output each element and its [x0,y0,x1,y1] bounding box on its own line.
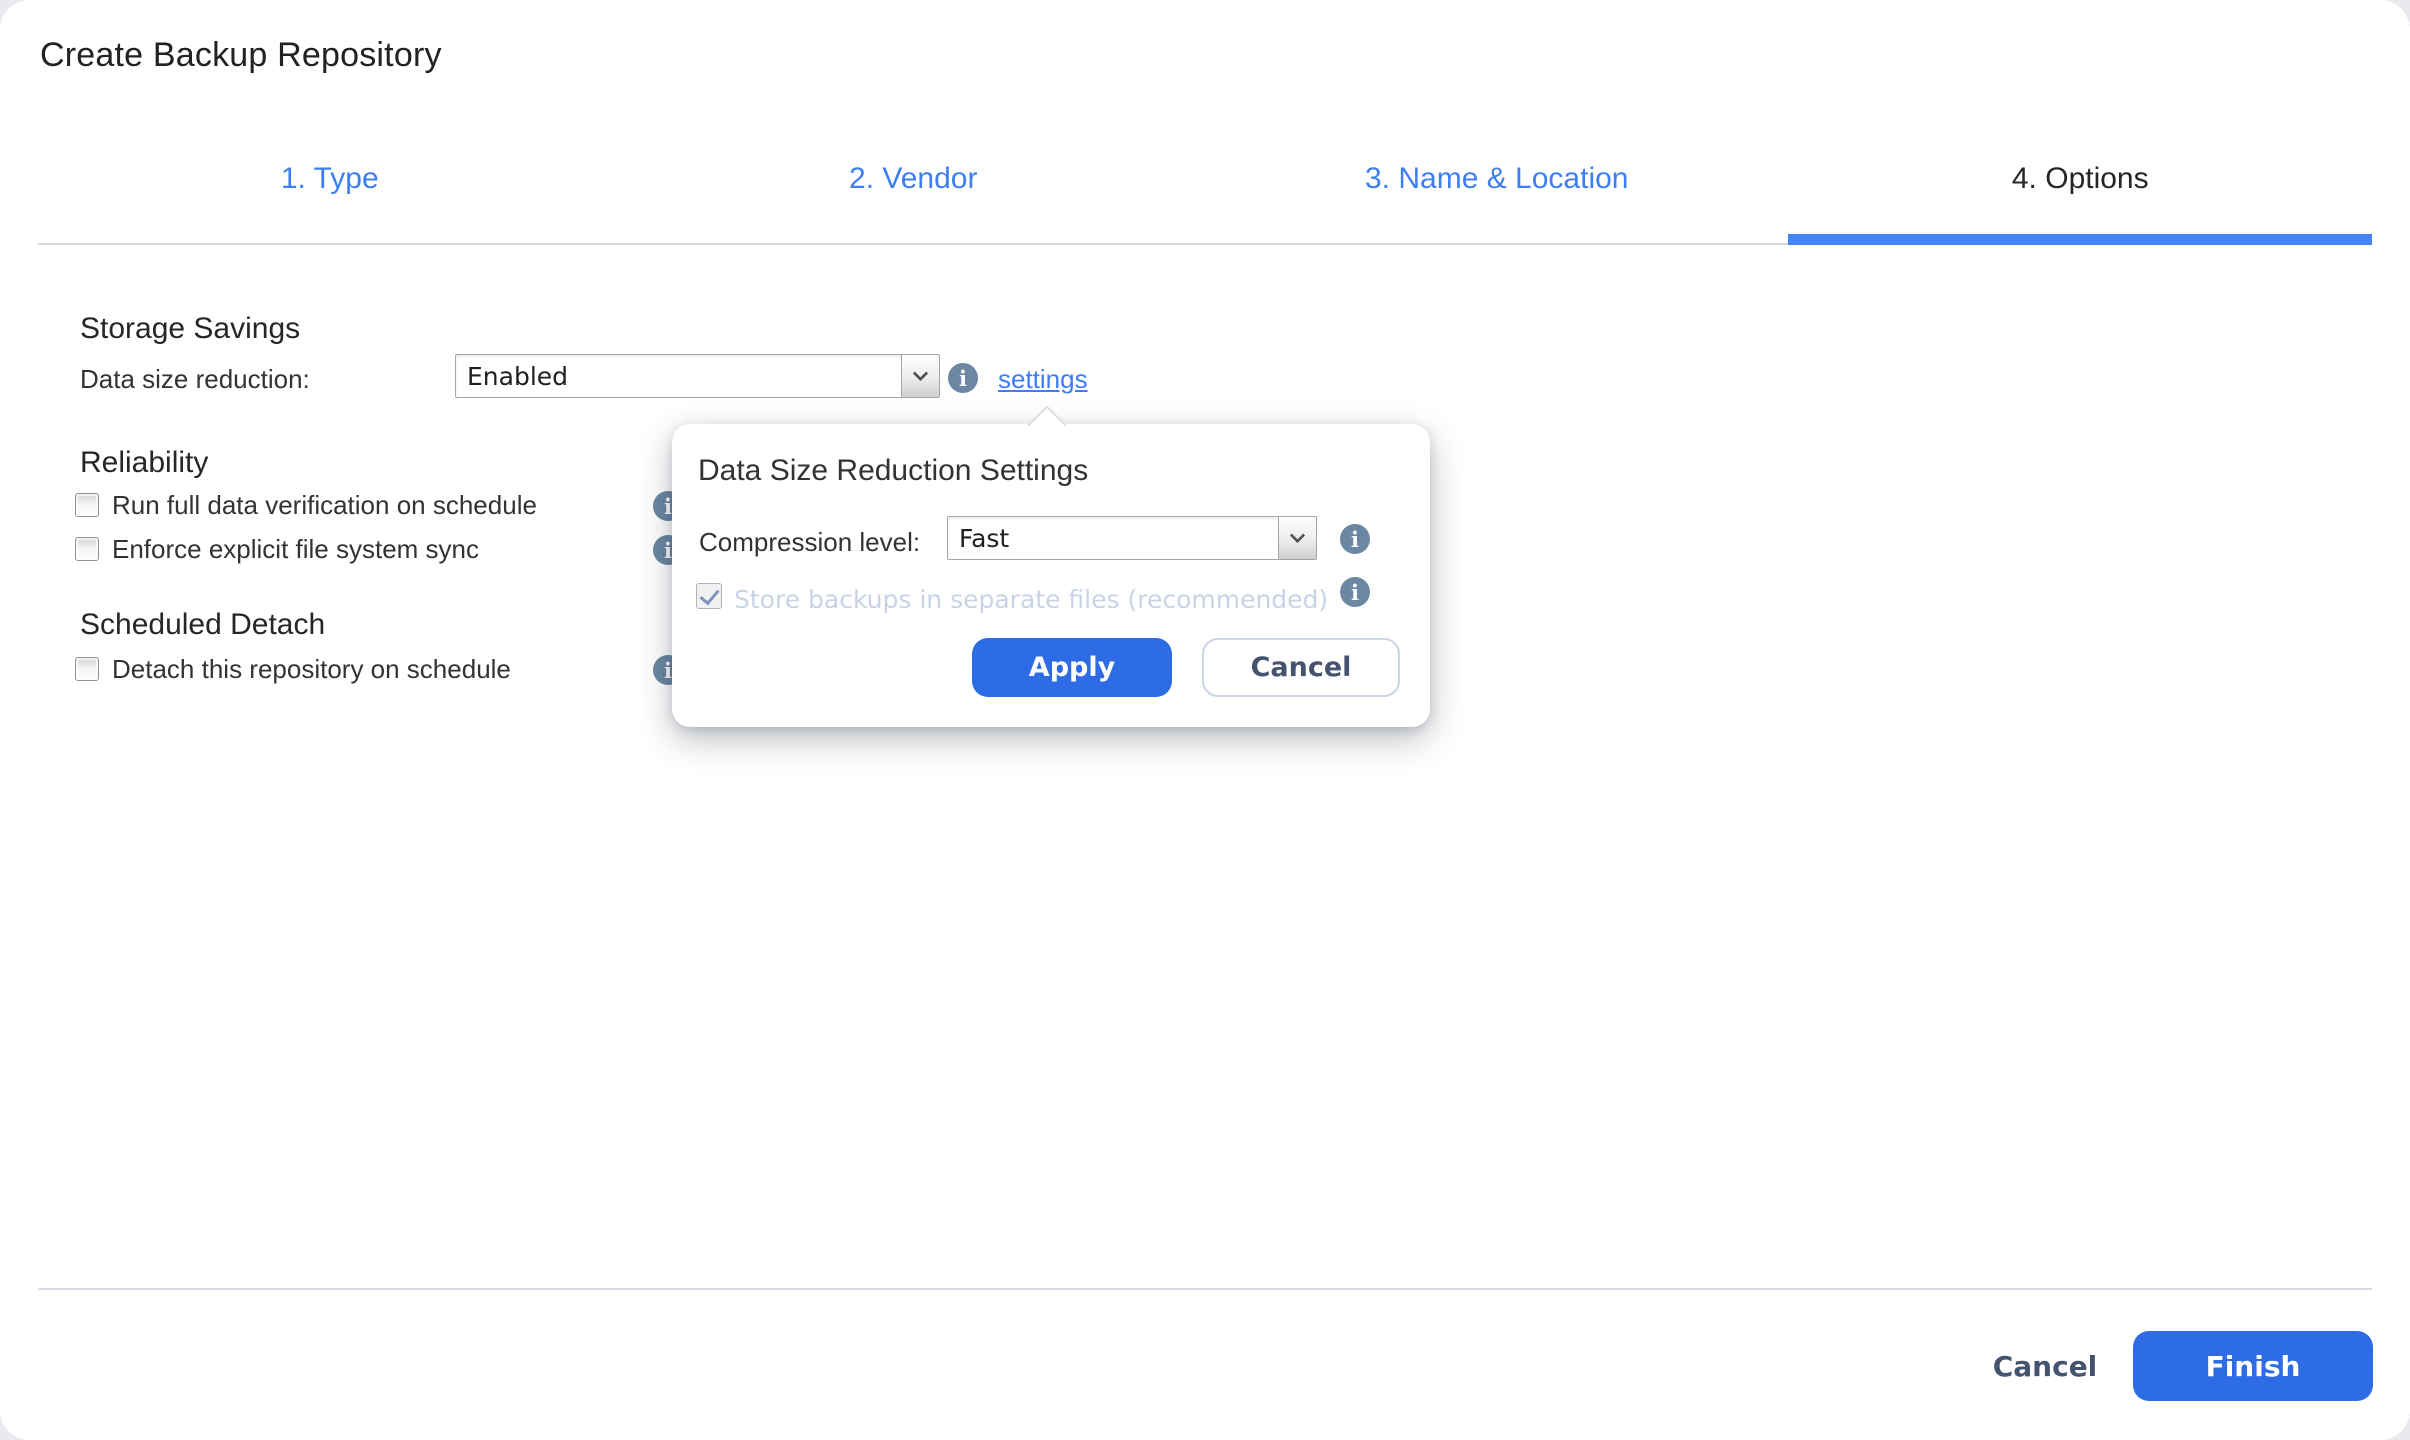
active-tab-indicator [1788,234,2372,245]
checkbox-row: Enforce explicit file system sync [75,534,479,564]
data-size-reduction-value: Enabled [467,361,569,391]
tab-type[interactable]: 1. Type [38,148,622,210]
compression-level-value: Fast [959,523,1010,553]
checkbox-label: Run full data verification on schedule [112,489,537,520]
popover-arrow [1027,405,1067,445]
info-icon[interactable] [1340,524,1370,554]
scheduled-detach-heading: Scheduled Detach [80,608,326,641]
footer-divider [38,1288,2372,1290]
page-title: Create Backup Repository [40,36,442,74]
checkbox-store-backups-separate-files [696,583,722,609]
cancel-button[interactable]: Cancel [1955,1338,2135,1394]
popover-title: Data Size Reduction Settings [698,454,1089,487]
storage-savings-heading: Storage Savings [80,312,301,345]
data-size-reduction-popover: Data Size Reduction Settings Compression… [672,405,1430,727]
finish-button[interactable]: Finish [2133,1331,2373,1401]
apply-button[interactable]: Apply [972,638,1172,697]
info-icon[interactable] [1340,577,1370,607]
checkbox-row: Detach this repository on schedule [75,654,511,684]
dialog-card: Create Backup Repository 1. Type 2. Vend… [0,0,2410,1440]
checkbox-label: Store backups in separate files (recomme… [734,585,1329,614]
tab-vendor[interactable]: 2. Vendor [622,148,1206,210]
info-icon[interactable] [948,363,978,393]
checkbox-label: Enforce explicit file system sync [112,533,480,564]
checkbox-run-full-verification[interactable] [75,493,99,517]
checkbox-detach-on-schedule[interactable] [75,657,99,681]
data-size-reduction-label: Data size reduction: [80,364,310,394]
tab-name-location[interactable]: 3. Name & Location [1205,148,1789,210]
popover-cancel-button[interactable]: Cancel [1202,638,1400,697]
data-size-reduction-select[interactable]: Enabled [455,354,940,398]
compression-level-label: Compression level: [699,527,921,557]
reliability-heading: Reliability [80,446,209,479]
checkbox-enforce-file-sync[interactable] [75,537,99,561]
tab-options[interactable]: 4. Options [1789,148,2373,210]
window-background: Create Backup Repository 1. Type 2. Vend… [0,0,2410,1440]
chevron-down-icon [1278,517,1316,559]
checkbox-row: Run full data verification on schedule [75,490,537,520]
checkbox-label: Detach this repository on schedule [112,653,511,684]
wizard-tabs: 1. Type 2. Vendor 3. Name & Location 4. … [38,148,2372,210]
settings-link[interactable]: settings [998,364,1088,395]
chevron-down-icon [901,355,939,397]
compression-level-select[interactable]: Fast [947,516,1317,560]
